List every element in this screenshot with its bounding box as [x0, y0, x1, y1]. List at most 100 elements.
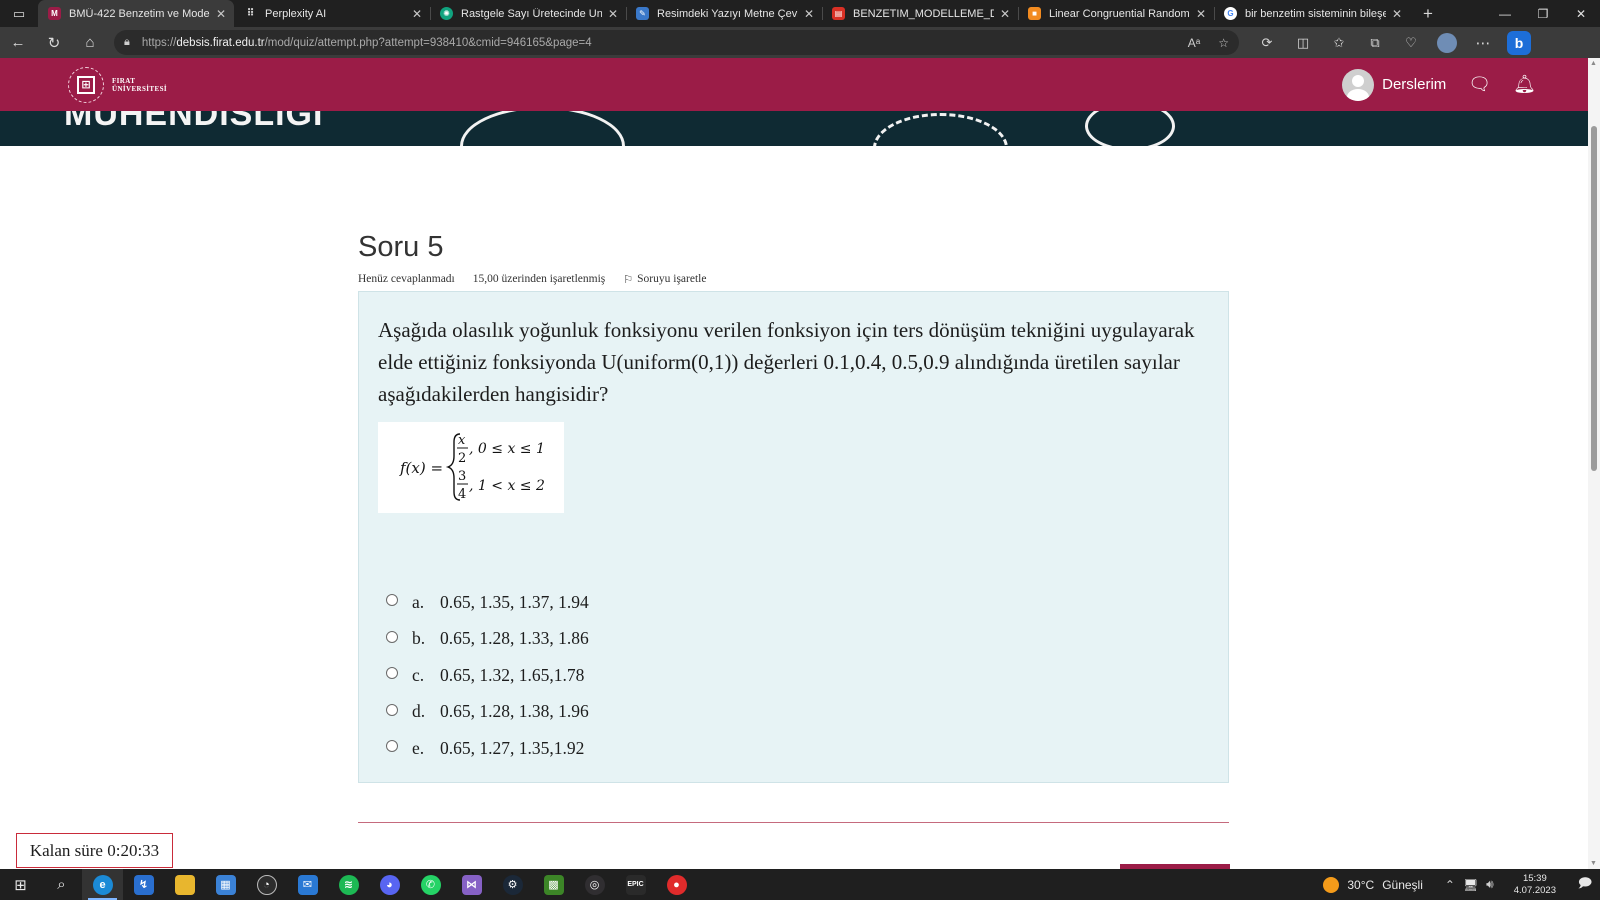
- notification-center-icon[interactable]: 🗩︎: [1570, 874, 1600, 896]
- close-icon[interactable]: ✕: [1392, 7, 1402, 21]
- new-tab-button[interactable]: +: [1410, 0, 1446, 27]
- browser-essentials-icon[interactable]: ♡: [1393, 35, 1429, 51]
- browser-tab-strip: ▭ M BMÜ-422 Benzetim ve Modelleme ✕ ⠿ Pe…: [0, 0, 1600, 27]
- app-icon[interactable]: ↯: [123, 869, 164, 900]
- url-text[interactable]: https://debsis.firat.edu.tr/mod/quiz/att…: [142, 37, 1170, 49]
- formula-case1-den: 2: [458, 451, 466, 466]
- course-banner: MÜHENDİSLİĞİ: [0, 111, 1588, 146]
- browser-tab[interactable]: G bir benzetim sisteminin bileşenle ✕: [1214, 0, 1410, 27]
- favorite-star-icon[interactable]: ☆: [1218, 36, 1229, 50]
- close-icon[interactable]: ✕: [804, 7, 814, 21]
- microsoft-store-icon[interactable]: ▦: [205, 869, 246, 900]
- user-avatar[interactable]: [1342, 68, 1375, 101]
- file-explorer-icon[interactable]: [164, 869, 205, 900]
- minecraft-icon[interactable]: ▩: [533, 869, 574, 900]
- collections-icon[interactable]: ⧉: [1357, 35, 1393, 51]
- banner-text: MÜHENDİSLİĞİ: [64, 111, 324, 133]
- option-text[interactable]: 0.65, 1.35, 1.37, 1.94: [440, 592, 589, 613]
- more-icon[interactable]: ⋯: [1465, 34, 1501, 52]
- option-letter: a.: [412, 591, 425, 612]
- epic-games-icon[interactable]: EPIC: [615, 869, 656, 900]
- speedometer-icon[interactable]: ◔: [246, 869, 287, 900]
- answer-option-b[interactable]: b. 0.65, 1.28, 1.33, 1.86: [386, 621, 589, 658]
- recording-app-icon[interactable]: ●: [656, 869, 697, 900]
- volume-icon[interactable]: 🔊︎: [1486, 877, 1494, 892]
- flag-icon[interactable]: ⚐: [623, 273, 633, 286]
- scroll-down-icon[interactable]: ▼: [1590, 860, 1597, 867]
- spotify-icon[interactable]: ≋: [328, 869, 369, 900]
- tab-title: Linear Congruential Random Nu: [1049, 7, 1190, 20]
- messages-icon[interactable]: 🗨︎: [1468, 74, 1491, 95]
- radio-button[interactable]: [386, 667, 398, 680]
- back-icon[interactable]: ←: [0, 34, 36, 51]
- option-text[interactable]: 0.65, 1.27, 1.35,1.92: [440, 738, 584, 759]
- mail-icon[interactable]: ✉: [287, 869, 328, 900]
- answer-option-a[interactable]: a. 0.65, 1.35, 1.37, 1.94: [386, 584, 589, 621]
- answer-option-d[interactable]: d. 0.65, 1.28, 1.38, 1.96: [386, 694, 589, 731]
- banner-decoration: [1085, 111, 1175, 146]
- radio-button[interactable]: [386, 740, 398, 753]
- answer-option-e[interactable]: e. 0.65, 1.27, 1.35,1.92: [386, 730, 589, 767]
- network-icon[interactable]: 🖥︎: [1463, 878, 1478, 892]
- refresh-icon[interactable]: ↻: [36, 34, 72, 52]
- scrollbar-thumb[interactable]: [1591, 126, 1597, 471]
- profile-avatar[interactable]: [1437, 32, 1457, 53]
- weather-temp[interactable]: 30°C: [1347, 878, 1374, 892]
- weather-label[interactable]: Güneşli: [1382, 878, 1423, 892]
- browser-tab[interactable]: ▤ BENZETIM_MODELLEME_DERS_N ✕: [822, 0, 1018, 27]
- scroll-up-icon[interactable]: ▲: [1590, 60, 1597, 67]
- search-icon[interactable]: ⌕: [41, 869, 82, 900]
- minimize-icon[interactable]: —: [1486, 0, 1524, 27]
- close-icon[interactable]: ✕: [1000, 7, 1010, 21]
- option-text[interactable]: 0.65, 1.28, 1.33, 1.86: [440, 628, 589, 649]
- edge-browser-icon[interactable]: e: [82, 869, 123, 900]
- tab-actions-icon[interactable]: ▭: [0, 0, 38, 27]
- close-icon[interactable]: ✕: [1196, 7, 1206, 21]
- browser-tab[interactable]: ✎ Resimdeki Yazıyı Metne Çevirme ✕: [626, 0, 822, 27]
- answer-option-c[interactable]: c. 0.65, 1.32, 1.65,1.78: [386, 657, 589, 694]
- weather-sun-icon[interactable]: [1323, 876, 1340, 893]
- steam-icon[interactable]: ⚙: [492, 869, 533, 900]
- whatsapp-icon[interactable]: ✆: [410, 869, 451, 900]
- bing-icon[interactable]: b: [1507, 30, 1531, 55]
- extensions-icon[interactable]: ⟳: [1249, 35, 1285, 51]
- close-icon[interactable]: ✕: [412, 7, 422, 21]
- notifications-bell-icon[interactable]: 🔔︎: [1513, 74, 1536, 95]
- option-letter: e.: [412, 737, 425, 758]
- formula-case1-num: x: [458, 433, 466, 448]
- tab-title: Resimdeki Yazıyı Metne Çevirme: [657, 7, 798, 20]
- address-bar[interactable]: 🔒︎ https://debsis.firat.edu.tr/mod/quiz/…: [114, 30, 1239, 55]
- radio-button[interactable]: [386, 630, 398, 643]
- my-courses-link[interactable]: Derslerim: [1382, 76, 1446, 93]
- question-info: Henüz cevaplanmadı 15,00 üzerinden işare…: [358, 273, 724, 286]
- split-screen-icon[interactable]: ◫: [1285, 35, 1321, 51]
- close-icon[interactable]: ✕: [216, 7, 226, 21]
- system-clock[interactable]: 15:39 4.07.2023: [1514, 873, 1556, 897]
- radio-button[interactable]: [386, 594, 398, 607]
- home-icon[interactable]: ⌂: [72, 34, 108, 51]
- browser-tab[interactable]: ■ Linear Congruential Random Nu ✕: [1018, 0, 1214, 27]
- page-scrollbar[interactable]: ▲ ▼: [1588, 58, 1600, 869]
- restore-icon[interactable]: ❐: [1524, 0, 1562, 27]
- tab-title: bir benzetim sisteminin bileşenle: [1245, 7, 1386, 20]
- option-text[interactable]: 0.65, 1.32, 1.65,1.78: [440, 665, 584, 686]
- lock-icon[interactable]: 🔒︎: [124, 36, 130, 49]
- read-aloud-icon[interactable]: Aᵃ: [1188, 36, 1200, 50]
- visual-studio-icon[interactable]: ⋈: [451, 869, 492, 900]
- chevron-up-icon[interactable]: ⌃: [1445, 878, 1455, 892]
- browser-tab[interactable]: M BMÜ-422 Benzetim ve Modelleme ✕: [38, 0, 234, 27]
- browser-tab[interactable]: ✺ Rastgele Sayı Üretecinde Uniform ✕: [430, 0, 626, 27]
- favorites-icon[interactable]: ✩: [1321, 35, 1357, 51]
- start-windows-icon[interactable]: ⊞: [0, 869, 41, 900]
- browser-tab[interactable]: ⠿ Perplexity AI ✕: [234, 0, 430, 27]
- obs-icon[interactable]: ◎: [574, 869, 615, 900]
- university-logo[interactable]: ⊞ FIRAT ÜNİVERSİTESİ: [68, 66, 167, 103]
- option-text[interactable]: 0.65, 1.28, 1.38, 1.96: [440, 701, 589, 722]
- close-icon[interactable]: ✕: [608, 7, 618, 21]
- close-window-icon[interactable]: ✕: [1562, 0, 1600, 27]
- radio-button[interactable]: [386, 703, 398, 716]
- option-letter: c.: [412, 664, 425, 685]
- flag-question-link[interactable]: Soruyu işaretle: [637, 273, 706, 286]
- section-divider: [358, 822, 1229, 823]
- discord-icon[interactable]: ◕: [369, 869, 410, 900]
